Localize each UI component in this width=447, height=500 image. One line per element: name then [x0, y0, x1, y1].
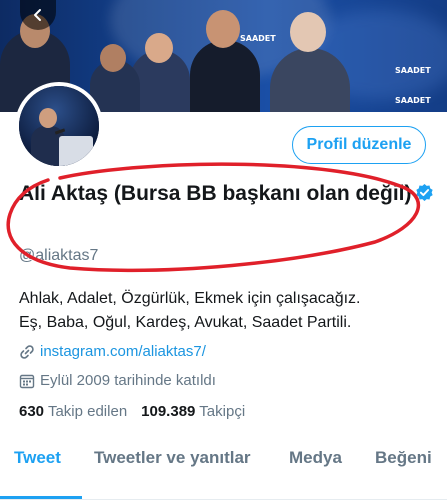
- profile-name: Ali Aktaş (Bursa BB başkanı olan değil): [19, 180, 439, 208]
- tab-media[interactable]: Medya: [289, 448, 342, 468]
- banner-sign: SAADET: [395, 66, 431, 75]
- banner-person: [190, 40, 260, 112]
- profile-bio: Ahlak, Adalet, Özgürlük, Ekmek için çalı…: [19, 287, 439, 335]
- calendar-icon: [19, 374, 35, 388]
- followers-label: Takipçi: [199, 403, 246, 420]
- avatar-person-head: [39, 108, 57, 128]
- banner-person-head: [145, 33, 173, 63]
- following-count: 630: [19, 403, 45, 420]
- profile-tabs: Tweet Tweetler ve yanıtlar Medya Beğeni: [0, 436, 447, 500]
- tab-likes[interactable]: Beğeni: [375, 448, 432, 468]
- bio-line: Eş, Baba, Oğul, Kardeş, Avukat, Saadet P…: [19, 314, 352, 331]
- active-tab-indicator: [0, 496, 82, 499]
- bio-line: Ahlak, Adalet, Özgürlük, Ekmek için çalı…: [19, 290, 361, 307]
- profile-handle: @aliaktas7: [19, 247, 99, 264]
- verified-badge-icon: [416, 183, 434, 202]
- tab-tweet[interactable]: Tweet: [14, 448, 61, 468]
- profile-link-text[interactable]: instagram.com/aliaktas7/: [40, 343, 206, 360]
- banner-sign: SAADET: [395, 96, 431, 105]
- arrow-left-icon: [34, 9, 41, 21]
- banner-person-head: [100, 44, 126, 72]
- edit-profile-button[interactable]: Profil düzenle: [292, 126, 426, 164]
- join-date: Eylül 2009 tarihinde katıldı: [19, 372, 216, 389]
- following-link[interactable]: 630 Takip edilen: [19, 403, 127, 420]
- avatar[interactable]: [15, 82, 103, 170]
- link-icon: [20, 344, 34, 359]
- profile-link[interactable]: instagram.com/aliaktas7/: [19, 343, 206, 360]
- following-label: Takip edilen: [47, 403, 128, 420]
- followers-link[interactable]: 109.389 Takipçi: [141, 403, 245, 420]
- tab-tweets-and-replies[interactable]: Tweetler ve yanıtlar: [94, 448, 251, 468]
- profile-name-text: Ali Aktaş (Bursa BB başkanı olan değil): [19, 182, 412, 205]
- avatar-podium: [59, 136, 93, 166]
- banner-sign: SAADET: [240, 34, 276, 43]
- follow-stats: 630 Takip edilen 109.389 Takipçi: [19, 403, 245, 420]
- banner-person-head: [206, 10, 240, 48]
- banner-person-head: [290, 12, 326, 52]
- join-date-text: Eylül 2009 tarihinde katıldı: [40, 372, 216, 389]
- followers-count: 109.389: [141, 403, 196, 420]
